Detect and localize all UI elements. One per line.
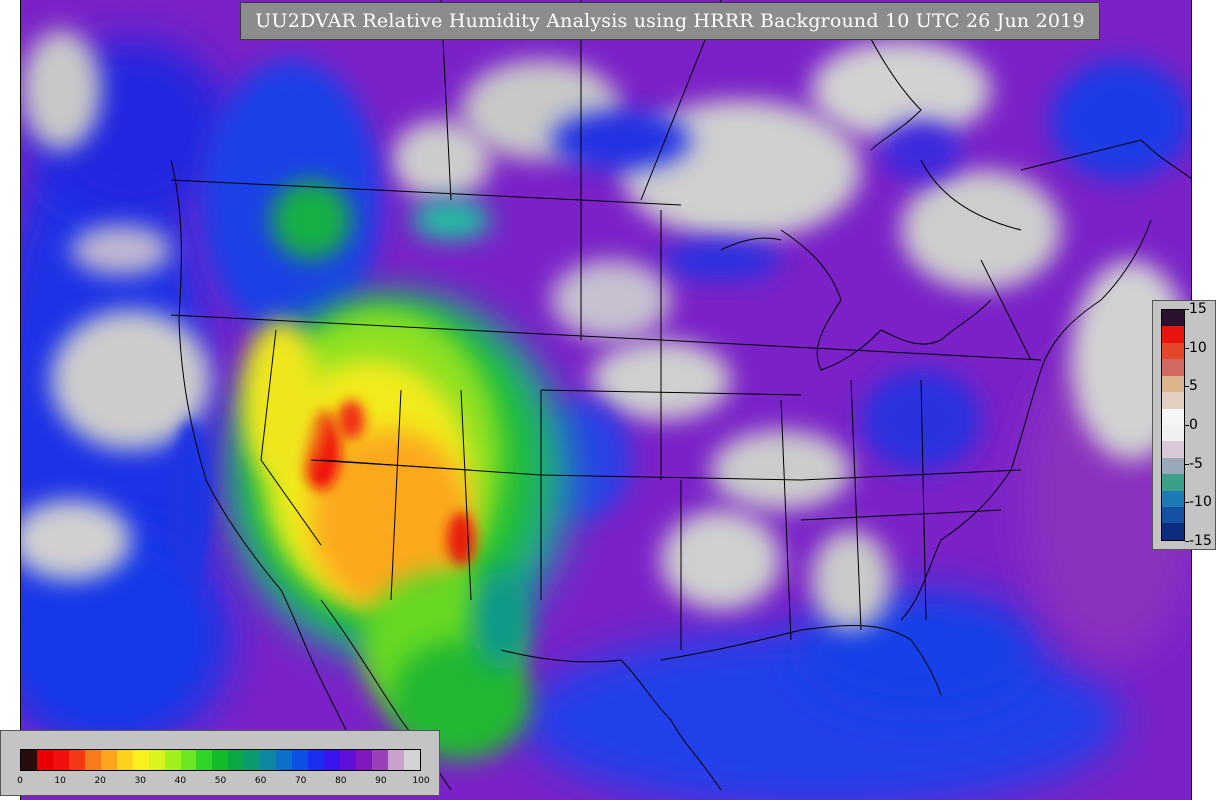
rh-color-swatch <box>228 750 245 770</box>
rh-color-swatch <box>180 750 197 770</box>
rh-color-swatch <box>84 750 101 770</box>
increment-tick-mark <box>1185 463 1189 465</box>
rh-tick-label: 10 <box>54 776 66 786</box>
rh-color-swatch <box>196 750 213 770</box>
increment-color-swatch <box>1162 375 1184 393</box>
increment-color-swatch <box>1162 326 1184 343</box>
increment-color-swatch <box>1162 310 1184 327</box>
increment-colorbar-legend: 15 10 5 0 -5 -10 -15 <box>1152 300 1216 550</box>
increment-tick-mark <box>1185 541 1189 542</box>
increment-tick-label: 15 <box>1189 301 1207 317</box>
rh-tick-label: 90 <box>375 776 387 786</box>
rh-colorbar-legend: 0 10 20 30 40 50 60 70 80 90 100 <box>0 730 440 796</box>
rh-color-swatch <box>260 750 277 770</box>
increment-color-swatch <box>1162 424 1184 442</box>
increment-color-swatch <box>1162 474 1184 491</box>
rh-color-swatch <box>292 750 309 770</box>
rh-color-swatch <box>308 750 325 770</box>
increment-tick-label: -15 <box>1189 533 1212 549</box>
increment-color-swatch <box>1162 359 1184 376</box>
rh-tick-label: 70 <box>294 776 307 786</box>
increment-color-swatch <box>1162 457 1184 475</box>
rh-color-swatch <box>148 750 165 770</box>
increment-tick-label: 10 <box>1189 339 1207 356</box>
rh-color-swatch <box>164 750 181 770</box>
rh-tick-label: 40 <box>174 776 187 786</box>
increment-tick-label: -5 <box>1189 455 1203 472</box>
increment-color-swatch <box>1162 523 1184 540</box>
rh-color-swatch <box>116 750 133 770</box>
humidity-field <box>21 0 1191 800</box>
increment-color-swatch <box>1162 490 1184 508</box>
rh-color-swatch <box>356 750 372 770</box>
increment-color-swatch <box>1162 408 1184 425</box>
increment-colorbar <box>1161 309 1185 541</box>
rh-color-swatch <box>276 750 293 770</box>
rh-tick-label: 20 <box>94 776 106 786</box>
rh-color-swatch <box>387 750 404 770</box>
increment-color-swatch <box>1162 441 1184 458</box>
increment-tick-label: -10 <box>1189 494 1212 511</box>
increment-tick-mark <box>1185 502 1189 504</box>
rh-colorbar <box>20 749 421 771</box>
map-title: UU2DVAR Relative Humidity Analysis using… <box>240 2 1100 40</box>
rh-color-swatch <box>324 750 341 770</box>
rh-color-swatch <box>340 750 357 770</box>
rh-color-swatch <box>403 750 420 770</box>
rh-color-swatch <box>244 750 261 770</box>
increment-color-swatch <box>1162 342 1184 360</box>
rh-color-swatch <box>100 750 117 770</box>
increment-tick-mark <box>1185 425 1189 426</box>
increment-tick-mark <box>1185 309 1189 310</box>
rh-tick-label: 30 <box>134 776 147 786</box>
rh-color-swatch <box>212 750 229 770</box>
rh-color-swatch <box>371 750 388 770</box>
rh-color-swatch <box>52 750 69 770</box>
rh-color-swatch <box>68 750 85 770</box>
rh-tick-label: 50 <box>214 776 227 786</box>
increment-tick-mark <box>1185 347 1189 349</box>
increment-color-swatch <box>1162 507 1184 524</box>
rh-tick-label: 0 <box>17 776 23 786</box>
rh-color-swatch <box>36 750 53 770</box>
rh-color-swatch <box>132 750 149 770</box>
increment-tick-mark <box>1185 386 1189 388</box>
humidity-map <box>20 0 1192 800</box>
increment-tick-label: 5 <box>1189 378 1198 395</box>
rh-tick-label: 80 <box>335 776 347 786</box>
rh-color-swatch <box>21 750 37 770</box>
rh-tick-label: 100 <box>412 776 430 786</box>
increment-tick-label: 0 <box>1189 417 1198 433</box>
increment-color-swatch <box>1162 392 1184 409</box>
rh-tick-label: 60 <box>254 776 267 786</box>
